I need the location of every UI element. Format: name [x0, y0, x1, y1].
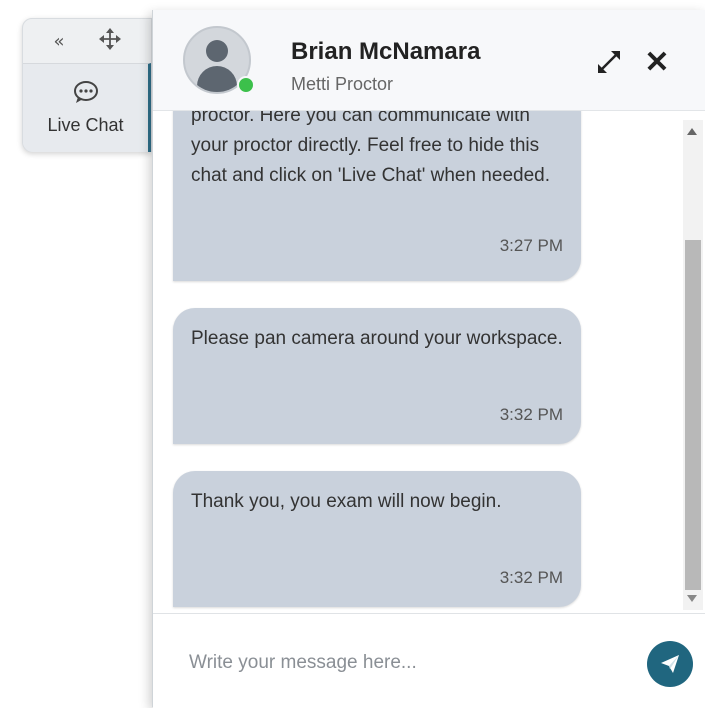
send-button[interactable] — [647, 641, 693, 687]
message-bubble: proctor. Here you can communicate with y… — [173, 111, 581, 281]
message-text: proctor. Here you can communicate with y… — [191, 111, 550, 186]
move-arrows-icon[interactable] — [98, 27, 121, 55]
close-button[interactable]: ✕ — [641, 45, 673, 79]
message-time: 3:32 PM — [499, 568, 563, 587]
send-icon — [661, 655, 679, 673]
message-time: 3:27 PM — [499, 236, 563, 255]
chat-bubble-icon — [73, 80, 99, 109]
message-bubble: Thank you, you exam will now begin. 3:32… — [173, 471, 581, 607]
chat-window: Brian McNamara Metti Proctor ✕ proctor. … — [152, 10, 705, 708]
live-chat-button[interactable]: Live Chat — [23, 63, 151, 152]
online-status-indicator — [237, 76, 255, 94]
message-composer — [153, 613, 705, 708]
message-list[interactable]: proctor. Here you can communicate with y… — [153, 111, 683, 611]
mini-toolbar: « — [23, 19, 151, 63]
double-chevron-left-icon[interactable]: « — [53, 31, 64, 52]
scroll-thumb[interactable] — [685, 240, 701, 590]
close-icon: ✕ — [644, 45, 670, 79]
live-chat-label: Live Chat — [47, 115, 124, 135]
message-text: Please pan camera around your workspace. — [191, 328, 563, 349]
expand-button[interactable] — [593, 46, 625, 78]
proctor-role: Metti Proctor — [291, 74, 394, 94]
message-input[interactable] — [187, 644, 631, 682]
expand-icon — [598, 51, 620, 73]
scroll-up-icon[interactable] — [687, 128, 697, 135]
message-time: 3:32 PM — [499, 405, 563, 424]
message-bubble: Please pan camera around your workspace.… — [173, 308, 581, 444]
chat-launcher-panel: « Live Chat — [22, 18, 152, 152]
scroll-down-icon[interactable] — [687, 595, 697, 602]
message-text: Thank you, you exam will now begin. — [191, 491, 502, 512]
chat-header: Brian McNamara Metti Proctor ✕ — [153, 10, 705, 111]
proctor-name: Brian McNamara — [291, 38, 481, 65]
scrollbar[interactable] — [683, 120, 703, 610]
